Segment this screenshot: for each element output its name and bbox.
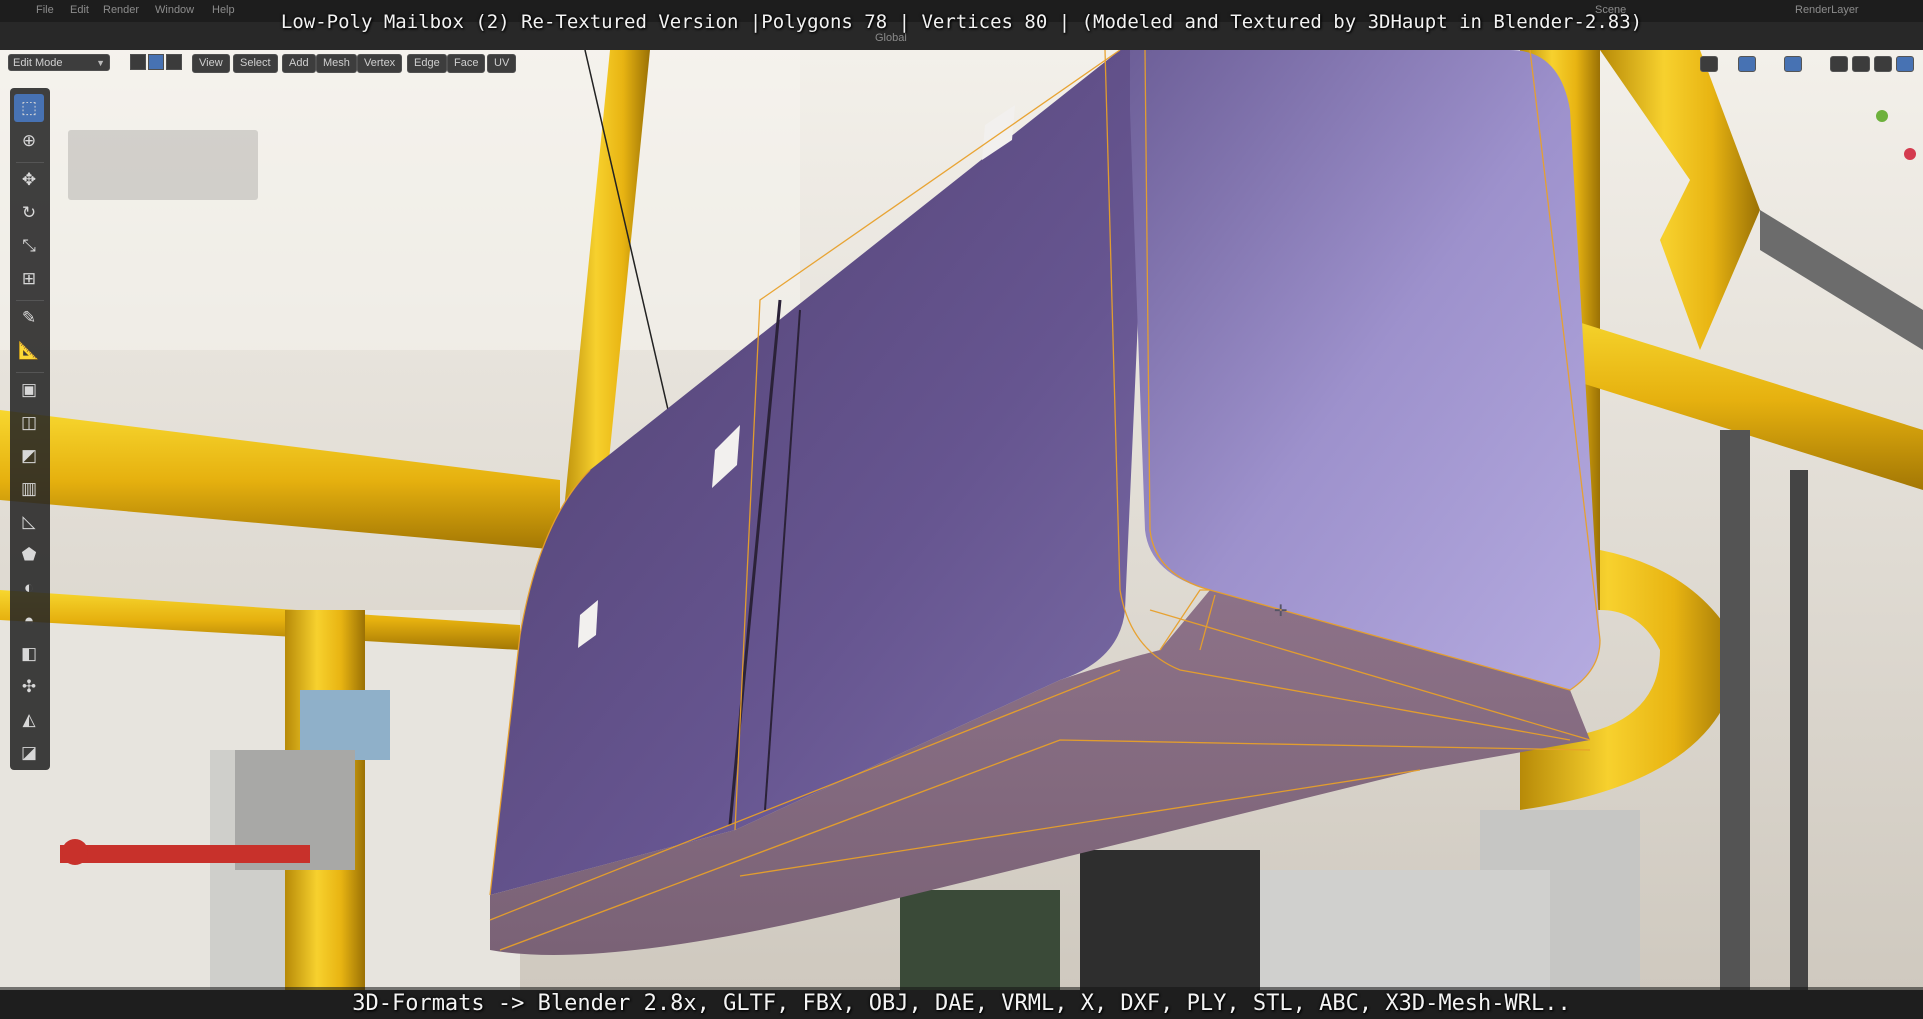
tool-scale[interactable]: ⤡: [14, 232, 44, 260]
menu-render[interactable]: Render: [103, 4, 139, 16]
menu-select[interactable]: Select: [233, 54, 278, 73]
viewport-scene: [0, 50, 1923, 990]
tool-bevel[interactable]: ◩: [14, 442, 44, 470]
toolbar-separator: [16, 300, 44, 301]
tool-rotate[interactable]: ↻: [14, 199, 44, 227]
menu-window[interactable]: Window: [155, 4, 194, 16]
menu-uv[interactable]: UV: [487, 54, 517, 73]
tool-select-box[interactable]: ⬚: [14, 94, 44, 122]
knife-icon: ◺: [22, 512, 36, 531]
chevron-down-icon: ▼: [96, 58, 105, 68]
formats-caption-overlay: 3D-Formats -> Blender 2.8x, GLTF, FBX, O…: [0, 987, 1923, 1019]
select-box-icon: ⬚: [20, 98, 38, 117]
mode-select[interactable]: Edit Mode ▼: [8, 54, 110, 71]
cursor-icon: ⊕: [21, 131, 37, 150]
solid-shading-icon[interactable]: [1874, 56, 1892, 72]
transform-orientation-select[interactable]: Global: [875, 32, 907, 44]
rotate-icon: ↻: [21, 203, 37, 222]
tool-spin[interactable]: ◐: [14, 574, 44, 602]
measure-icon: 📐: [18, 341, 40, 360]
annotate-icon: ✎: [21, 308, 37, 327]
loop-cut-icon: ▥: [20, 479, 38, 498]
gizmo-toggle-icon[interactable]: [1738, 56, 1756, 72]
visibility-icon[interactable]: [1700, 56, 1718, 72]
material-shading-icon[interactable]: [1896, 56, 1914, 72]
tool-extrude[interactable]: ▣: [14, 376, 44, 404]
scale-icon: ⤡: [22, 236, 36, 255]
edge-slide-icon: ◧: [20, 644, 38, 663]
tool-edge-slide[interactable]: ◧: [14, 640, 44, 668]
shrink-fatten-icon: ✣: [21, 677, 37, 696]
transform-icon: ⊞: [21, 269, 37, 288]
toolbar-separator: [16, 162, 44, 163]
tool-cursor[interactable]: ⊕: [14, 127, 44, 155]
scene-selector[interactable]: Scene: [1595, 4, 1626, 16]
tool-loop-cut[interactable]: ▥: [14, 475, 44, 503]
tool-shelf: ⬚ ⊕ ✥ ↻ ⤡ ⊞ ✎ 📐 ▣ ◫ ◩ ▥ ◺ ⬟ ◐ ◓ ◧ ✣ ◭ ◪: [10, 88, 50, 770]
mode-select-label: Edit Mode: [13, 57, 63, 69]
menu-face[interactable]: Face: [447, 54, 486, 73]
xray-toggle-icon[interactable]: [1830, 56, 1848, 72]
edge-select-mode-button[interactable]: [148, 54, 164, 70]
tool-poly-build[interactable]: ⬟: [14, 541, 44, 569]
menu-file[interactable]: File: [36, 4, 54, 16]
menu-vertex[interactable]: Vertex: [357, 54, 403, 73]
menu-view[interactable]: View: [192, 54, 230, 73]
tool-shrink-fatten[interactable]: ✣: [14, 673, 44, 701]
render-layer-selector[interactable]: RenderLayer: [1795, 4, 1859, 16]
wireframe-shading-icon[interactable]: [1852, 56, 1870, 72]
bevel-icon: ◩: [20, 446, 38, 465]
menu-edge[interactable]: Edge: [407, 54, 447, 73]
tool-move[interactable]: ✥: [14, 166, 44, 194]
rip-region-icon: ◪: [20, 743, 38, 762]
app-topbar: File Edit Render Window Help Scene Rende…: [0, 0, 1923, 22]
gizmo-x-axis-icon[interactable]: [1904, 148, 1916, 160]
smooth-icon: ◓: [23, 611, 35, 630]
vertex-select-mode-button[interactable]: [130, 54, 146, 70]
tool-inset[interactable]: ◫: [14, 409, 44, 437]
tool-measure[interactable]: 📐: [14, 337, 44, 365]
overlays-toggle-icon[interactable]: [1784, 56, 1802, 72]
menu-mesh[interactable]: Mesh: [316, 54, 357, 73]
face-select-mode-button[interactable]: [166, 54, 182, 70]
viewport-header: [0, 22, 1923, 50]
extrude-icon: ▣: [20, 380, 38, 399]
menu-add[interactable]: Add: [282, 54, 316, 73]
gizmo-y-axis-icon[interactable]: [1876, 110, 1888, 122]
menu-edit[interactable]: Edit: [70, 4, 89, 16]
crosshair-cursor-icon: ✛: [1274, 603, 1288, 620]
spin-icon: ◐: [23, 578, 35, 597]
poly-build-icon: ⬟: [21, 545, 37, 564]
tool-knife[interactable]: ◺: [14, 508, 44, 536]
toolbar-separator: [16, 372, 44, 373]
tool-smooth[interactable]: ◓: [14, 607, 44, 635]
shear-icon: ◭: [22, 710, 36, 729]
tool-transform[interactable]: ⊞: [14, 265, 44, 293]
last-operation-panel[interactable]: [68, 130, 258, 200]
tool-shear[interactable]: ◭: [14, 706, 44, 734]
move-icon: ✥: [21, 170, 37, 189]
3d-viewport[interactable]: ✛: [0, 50, 1923, 990]
tool-rip-region[interactable]: ◪: [14, 739, 44, 767]
tool-annotate[interactable]: ✎: [14, 304, 44, 332]
inset-icon: ◫: [20, 413, 38, 432]
menu-help[interactable]: Help: [212, 4, 235, 16]
